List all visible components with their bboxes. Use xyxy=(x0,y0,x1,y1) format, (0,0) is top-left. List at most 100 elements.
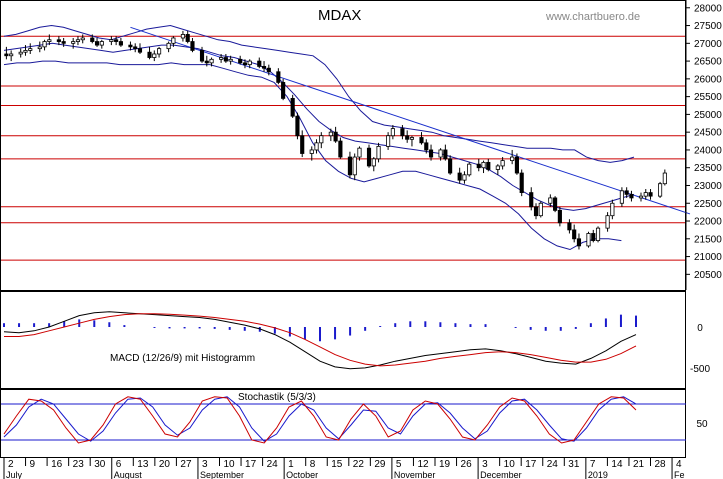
day-tick-label: 9 xyxy=(30,459,36,470)
candle-body xyxy=(80,37,85,41)
macd-panel-frame xyxy=(0,291,686,389)
candle xyxy=(519,169,524,197)
candle-body xyxy=(438,149,443,158)
candle xyxy=(99,39,104,49)
time-axis: 2 9 16 23 30 6 13 20 27 3 10 17 24 1 8 15 22 29 5 12 19 26 3 10… xyxy=(3,458,685,479)
candle xyxy=(619,187,624,207)
candle xyxy=(147,46,152,60)
candle-body xyxy=(605,215,610,229)
candle xyxy=(591,229,596,243)
candle-body xyxy=(238,58,243,64)
day-tick-label: 31 xyxy=(568,459,580,470)
candle xyxy=(567,219,572,234)
macd-label: MACD (12/26/9) mit Histogramm xyxy=(110,353,255,364)
candle xyxy=(409,135,415,147)
day-tick-label: 27 xyxy=(180,459,192,470)
candle-body xyxy=(290,98,295,117)
candle-body xyxy=(371,158,376,167)
price-tick-label: 22500 xyxy=(694,199,722,210)
candle-body xyxy=(109,39,114,42)
candle xyxy=(533,203,539,220)
candle xyxy=(510,149,515,165)
day-tick-label: 8 xyxy=(310,459,316,470)
price-axis: 28000 27500 27000 26500 26000 25500 25000 24500… xyxy=(685,0,722,290)
candle xyxy=(595,226,601,243)
candle-body xyxy=(118,41,123,46)
price-tick-label: 23000 xyxy=(694,181,722,192)
candle-body xyxy=(99,41,104,46)
candle-body xyxy=(223,57,228,62)
price-tick-label: 23500 xyxy=(694,163,722,174)
candle xyxy=(261,61,267,72)
candle xyxy=(314,139,319,154)
candle-body xyxy=(71,41,76,44)
candle-body xyxy=(23,50,28,53)
month-label: Fe xyxy=(674,470,685,479)
day-tick-label: 6 xyxy=(116,459,122,470)
month-label: November xyxy=(394,470,436,479)
day-tick-label: 28 xyxy=(655,459,667,470)
candle-body xyxy=(261,66,267,69)
price-tick-label: 25500 xyxy=(694,92,722,103)
candle-body xyxy=(486,161,491,170)
day-tick-label: 26 xyxy=(461,459,473,470)
day-tick-label: 24 xyxy=(547,459,559,470)
candle-body xyxy=(467,163,472,176)
month-label: December xyxy=(480,470,522,479)
candle xyxy=(37,41,42,53)
day-tick-label: 5 xyxy=(396,459,402,470)
candle xyxy=(376,142,381,163)
candle xyxy=(629,190,634,202)
day-tick-label: 15 xyxy=(331,459,343,470)
stochastic-group xyxy=(1,396,686,444)
candle-body xyxy=(347,156,352,176)
candle-body xyxy=(152,53,157,58)
day-tick-label: 16 xyxy=(51,459,63,470)
candle-body xyxy=(510,156,515,162)
candle xyxy=(4,46,9,60)
candle-body xyxy=(90,37,95,42)
stochastic-panel-frame xyxy=(0,389,686,458)
candle-body xyxy=(572,229,577,240)
candle-body xyxy=(75,39,81,42)
candle xyxy=(75,36,81,46)
candle xyxy=(185,30,190,44)
candle xyxy=(662,169,667,186)
candle-body xyxy=(42,41,47,48)
candle-body xyxy=(9,53,14,57)
candle-body xyxy=(357,147,362,158)
candle-body xyxy=(171,37,176,44)
candle-body xyxy=(209,58,214,64)
candle-body xyxy=(595,227,601,241)
candle-body xyxy=(333,131,338,142)
candle xyxy=(386,132,391,150)
candle-body xyxy=(56,39,61,42)
candle-body xyxy=(424,142,429,151)
candle-body xyxy=(448,158,453,174)
price-tick-label: 27000 xyxy=(694,39,722,50)
candle xyxy=(428,144,434,161)
day-tick-label: 2 xyxy=(8,459,14,470)
candle xyxy=(538,201,543,218)
candle-body xyxy=(586,233,591,247)
candle xyxy=(514,153,519,175)
trendline xyxy=(130,26,691,215)
candle xyxy=(419,132,424,145)
candle xyxy=(295,112,300,140)
day-tick-label: 20 xyxy=(159,459,171,470)
candle-body xyxy=(629,193,634,199)
candle-body xyxy=(405,135,410,140)
day-tick-label: 12 xyxy=(417,459,429,470)
candle-body xyxy=(519,172,524,193)
watermark: www.chartbuero.de xyxy=(545,11,640,23)
candle xyxy=(576,233,582,250)
candle-body xyxy=(428,149,434,158)
candle-body xyxy=(400,128,405,137)
candle-body xyxy=(18,51,23,55)
candle xyxy=(605,212,610,232)
candle-body xyxy=(462,174,467,181)
candle xyxy=(290,94,295,118)
candle-body xyxy=(443,149,448,160)
candle-body xyxy=(514,156,519,174)
day-tick-label: 14 xyxy=(611,459,623,470)
